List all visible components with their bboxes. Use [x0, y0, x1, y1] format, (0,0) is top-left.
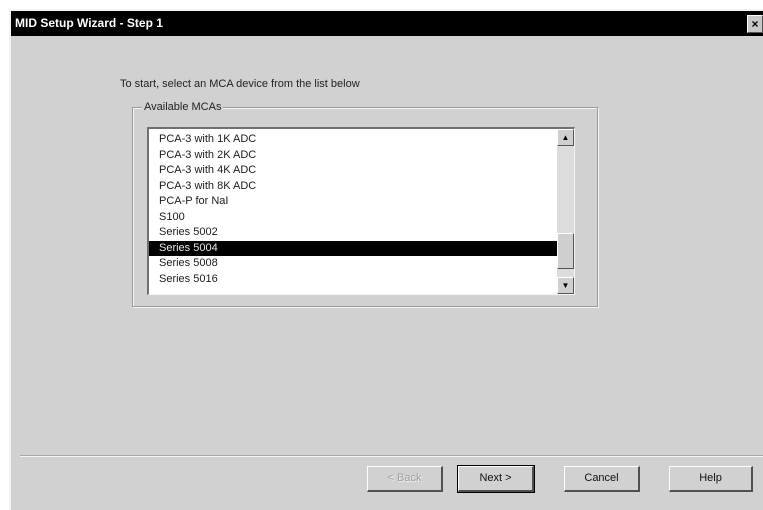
- list-item[interactable]: PCA-3 with 8K ADC: [149, 179, 558, 195]
- groupbox-label: Available MCAs: [142, 101, 224, 113]
- list-items: PCA-3 with 1K ADC PCA-3 with 2K ADC PCA-…: [149, 132, 558, 287]
- back-button[interactable]: < Back: [367, 466, 443, 492]
- list-item[interactable]: Series 5008: [149, 256, 558, 272]
- list-item[interactable]: Series 5004: [149, 240, 558, 256]
- list-item[interactable]: S100: [149, 210, 558, 226]
- list-item[interactable]: Series 5016: [149, 272, 558, 288]
- title-bar[interactable]: MID Setup Wizard - Step 1 ×: [11, 11, 763, 36]
- scroll-down-icon[interactable]: ▼: [557, 277, 574, 294]
- footer-separator: [20, 455, 763, 457]
- list-item[interactable]: PCA-3 with 4K ADC: [149, 163, 558, 179]
- cancel-button[interactable]: Cancel: [564, 466, 640, 492]
- list-item[interactable]: Series 5002: [149, 225, 558, 241]
- list-item[interactable]: PCA-3 with 1K ADC: [149, 132, 558, 148]
- next-button[interactable]: Next >: [457, 465, 535, 493]
- scrollbar-thumb[interactable]: [557, 233, 574, 269]
- mca-device-listbox[interactable]: PCA-3 with 1K ADC PCA-3 with 2K ADC PCA-…: [147, 127, 575, 295]
- close-icon[interactable]: ×: [747, 15, 763, 33]
- instruction-text: To start, select an MCA device from the …: [120, 78, 360, 90]
- list-scrollbar[interactable]: ▲ ▼: [557, 129, 574, 294]
- list-item[interactable]: PCA-3 with 2K ADC: [149, 148, 558, 164]
- help-button[interactable]: Help: [669, 466, 753, 492]
- list-item[interactable]: PCA-P for NaI: [149, 194, 558, 210]
- scroll-up-icon[interactable]: ▲: [557, 129, 574, 146]
- window-title: MID Setup Wizard - Step 1: [15, 16, 163, 30]
